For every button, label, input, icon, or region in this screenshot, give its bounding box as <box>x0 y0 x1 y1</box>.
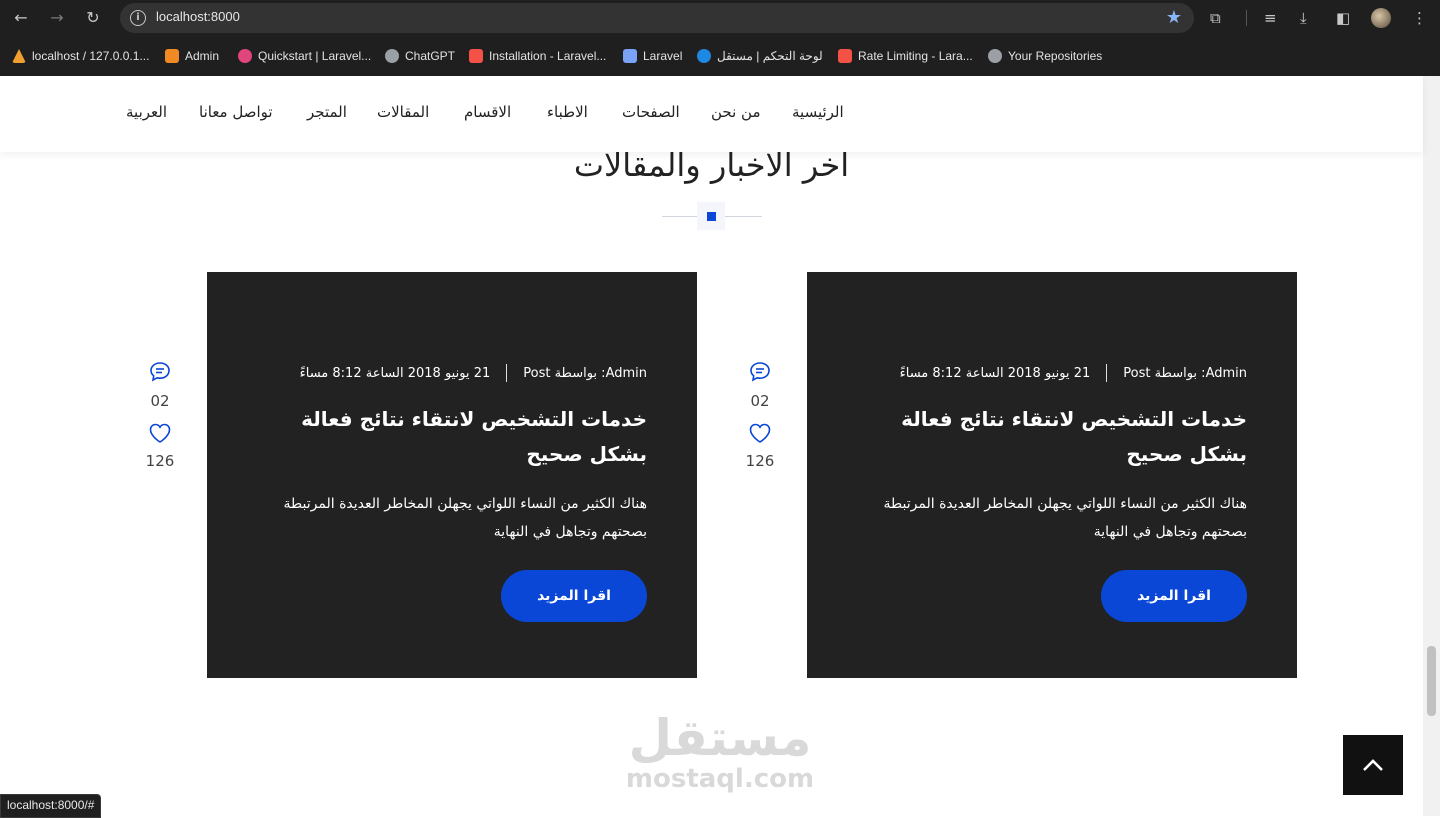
article-card: Admin: بواسطة Post 21 يونيو 2018 الساعة … <box>207 272 697 678</box>
language-switch[interactable]: العربية <box>126 103 167 121</box>
meta-divider <box>506 364 508 382</box>
bookmark-favicon-icon <box>238 49 252 63</box>
back-arrow-icon[interactable]: ← <box>10 7 32 29</box>
bookmark-favicon-icon <box>623 49 637 63</box>
chevron-up-icon <box>1363 759 1383 771</box>
card-title[interactable]: خدمات التشخيص لانتقاء نتائج فعالة بشكل ص… <box>887 402 1247 472</box>
reload-icon[interactable]: ↻ <box>82 7 104 29</box>
bookmark-label: ChatGPT <box>405 49 456 63</box>
comment-icon[interactable] <box>748 360 772 384</box>
bookmark-item[interactable]: localhost / 127.0.0.1... <box>12 48 149 64</box>
back-to-top-button[interactable] <box>1343 735 1403 795</box>
card-meta: Admin: بواسطة Post 21 يونيو 2018 الساعة … <box>300 364 647 382</box>
nav-item-articles[interactable]: المقالات <box>377 103 429 121</box>
card-title[interactable]: خدمات التشخيص لانتقاء نتائج فعالة بشكل ص… <box>287 402 647 472</box>
card-excerpt: هناك الكثير من النساء اللواتي يجهلن المخ… <box>883 496 1247 540</box>
bookmark-item[interactable]: Your Repositories <box>988 48 1102 64</box>
nav-item-store[interactable]: المتجر <box>307 103 347 121</box>
bookmark-favicon-icon <box>697 49 711 63</box>
watermark-arabic: مستقل <box>628 709 812 767</box>
address-bar[interactable]: i localhost:8000 ★ <box>120 3 1194 33</box>
side-panel-icon[interactable]: ◧ <box>1336 8 1350 28</box>
card-author[interactable]: Admin: بواسطة Post <box>523 366 647 381</box>
bookmark-item[interactable]: لوحة التحكم | مستقل <box>697 48 823 64</box>
nav-item-contact[interactable]: تواصل معانا <box>199 103 273 121</box>
heart-icon[interactable] <box>148 422 172 444</box>
scrollbar-thumb[interactable] <box>1427 646 1436 716</box>
read-more-button[interactable]: اقرا المزيد <box>1101 570 1247 622</box>
card-excerpt: هناك الكثير من النساء اللواتي يجهلن المخ… <box>283 496 647 540</box>
like-count: 126 <box>745 452 775 470</box>
media-control-icon[interactable]: ≡ <box>1264 8 1277 28</box>
bookmark-item[interactable]: Installation - Laravel... <box>469 48 606 64</box>
bookmark-favicon-icon <box>385 49 399 63</box>
card-author[interactable]: Admin: بواسطة Post <box>1123 366 1247 381</box>
title-divider-line <box>662 216 697 217</box>
bookmark-favicon-icon <box>12 49 26 63</box>
bookmark-label: Installation - Laravel... <box>489 49 607 63</box>
toolbar-divider <box>1246 10 1247 26</box>
card-date: 21 يونيو 2018 الساعة 8:12 مساءً <box>299 365 491 381</box>
forward-arrow-icon[interactable]: → <box>46 7 68 29</box>
extensions-icon[interactable]: ⧉ <box>1210 8 1221 28</box>
bookmarks-bar: localhost / 127.0.0.1... Admin Quickstar… <box>0 36 1440 77</box>
site-header: الرئيسية من نحن الصفحات الاطباء الاقسام … <box>0 76 1423 152</box>
bookmark-label: localhost / 127.0.0.1... <box>32 49 150 63</box>
bookmark-label: Rate Limiting - Lara... <box>858 49 973 63</box>
read-more-button[interactable]: اقرا المزيد <box>501 570 647 622</box>
bookmark-label: Your Repositories <box>1008 49 1103 63</box>
profile-avatar[interactable] <box>1371 8 1391 28</box>
title-divider-dot <box>707 212 716 221</box>
page-scrollbar[interactable] <box>1423 76 1440 816</box>
meta-divider <box>1106 364 1108 382</box>
bookmark-label: Quickstart | Laravel... <box>258 49 372 63</box>
nav-item-about[interactable]: من نحن <box>711 103 761 121</box>
card-stats: 02 126 <box>140 360 180 482</box>
link-status-bar: localhost:8000/# <box>0 794 102 818</box>
bookmark-favicon-icon <box>165 49 179 63</box>
bookmark-item[interactable]: ChatGPT <box>385 48 455 64</box>
nav-item-home[interactable]: الرئيسية <box>792 103 844 121</box>
bookmark-label: لوحة التحكم | مستقل <box>717 49 823 63</box>
bookmark-favicon-icon <box>469 49 483 63</box>
nav-item-doctors[interactable]: الاطباء <box>547 103 588 121</box>
bookmark-item[interactable]: Admin <box>165 48 219 64</box>
article-card: Admin: بواسطة Post 21 يونيو 2018 الساعة … <box>807 272 1297 678</box>
card-stats: 02 126 <box>740 360 780 482</box>
download-icon[interactable]: ⤓ <box>1300 8 1307 28</box>
bookmark-item[interactable]: Laravel <box>623 48 682 64</box>
bookmark-favicon-icon <box>838 49 852 63</box>
comment-count: 02 <box>150 392 170 410</box>
card-date: 21 يونيو 2018 الساعة 8:12 مساءً <box>899 365 1091 381</box>
site-info-icon[interactable]: i <box>130 10 146 26</box>
mostaql-watermark: مستقل mostaql.com <box>600 712 840 794</box>
comment-count: 02 <box>750 392 770 410</box>
watermark-latin: mostaql.com <box>625 764 815 794</box>
bookmark-label: Admin <box>185 49 220 63</box>
github-icon <box>988 49 1002 63</box>
comment-icon[interactable] <box>148 360 172 384</box>
kebab-menu-icon[interactable]: ⋮ <box>1412 8 1427 28</box>
bookmark-item[interactable]: Quickstart | Laravel... <box>238 48 371 64</box>
bookmark-star-icon[interactable]: ★ <box>1166 7 1182 28</box>
card-meta: Admin: بواسطة Post 21 يونيو 2018 الساعة … <box>900 364 1247 382</box>
bookmark-label: Laravel <box>643 49 683 63</box>
browser-toolbar: ← → ↻ i localhost:8000 ★ ⧉ ≡ ⤓ ◧ ⋮ <box>0 0 1440 36</box>
address-url[interactable]: localhost:8000 <box>156 9 240 24</box>
nav-item-pages[interactable]: الصفحات <box>622 103 680 121</box>
like-count: 126 <box>145 452 175 470</box>
bookmark-item[interactable]: Rate Limiting - Lara... <box>838 48 973 64</box>
nav-item-departments[interactable]: الاقسام <box>464 103 511 121</box>
title-divider-line <box>725 216 762 217</box>
heart-icon[interactable] <box>748 422 772 444</box>
